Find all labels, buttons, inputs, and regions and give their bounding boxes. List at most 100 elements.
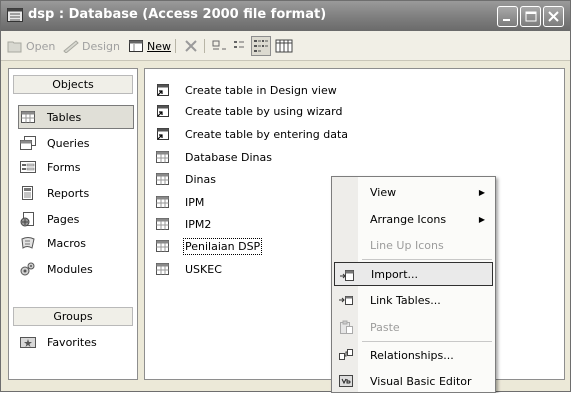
delete-button[interactable] bbox=[183, 37, 199, 55]
menu-item-label: Arrange Icons bbox=[370, 212, 447, 226]
maximize-icon bbox=[525, 11, 537, 22]
small-icons-button[interactable] bbox=[232, 37, 250, 55]
menu-item-label: Paste bbox=[370, 320, 400, 334]
list-item-selected[interactable]: Penilaian DSP bbox=[155, 236, 263, 256]
toolbar-separator bbox=[175, 39, 176, 53]
objects-item-forms[interactable]: Forms bbox=[19, 155, 133, 179]
shortcut-icon bbox=[155, 104, 171, 118]
list-item[interactable]: Dinas bbox=[155, 169, 216, 189]
menu-item-visual-basic-editor[interactable]: Visual Basic Editor bbox=[334, 369, 493, 393]
list-item[interactable]: Create table by entering data bbox=[155, 124, 348, 144]
objects-item-label: Reports bbox=[47, 186, 90, 200]
table-icon bbox=[155, 262, 171, 276]
design-label: Design bbox=[82, 39, 120, 53]
toolbar: Open Design New bbox=[1, 31, 570, 61]
open-button[interactable]: Open bbox=[7, 37, 55, 55]
list-item-label: Create table by entering data bbox=[185, 127, 349, 141]
paste-icon bbox=[338, 319, 354, 335]
large-icons-icon bbox=[212, 40, 226, 50]
list-item-label: Dinas bbox=[185, 172, 216, 186]
menu-item-label: View bbox=[370, 185, 397, 199]
shortcut-icon bbox=[155, 83, 171, 97]
open-label: Open bbox=[26, 39, 56, 53]
menu-item-view[interactable]: View ▶ bbox=[334, 180, 493, 204]
details-view-icon bbox=[275, 39, 293, 53]
table-icon bbox=[155, 217, 171, 231]
list-item[interactable]: Database Dinas bbox=[155, 147, 272, 167]
submenu-arrow-icon: ▶ bbox=[478, 214, 485, 224]
module-icon bbox=[19, 261, 37, 277]
objects-item-pages[interactable]: Pages bbox=[19, 207, 133, 231]
list-item[interactable]: Create table by using wizard bbox=[155, 101, 342, 121]
window-title: dsp : Database (Access 2000 file format) bbox=[28, 7, 327, 22]
vb-editor-icon bbox=[338, 373, 354, 389]
new-label: New bbox=[147, 39, 171, 53]
maximize-button[interactable] bbox=[520, 6, 541, 27]
menu-item-line-up-icons[interactable]: Line Up Icons bbox=[334, 233, 493, 257]
menu-item-label: Import... bbox=[371, 267, 418, 281]
objects-bar: Objects Tables Queries Forms Reports Pag… bbox=[8, 68, 138, 380]
menu-item-label: Line Up Icons bbox=[370, 238, 444, 252]
groups-header[interactable]: Groups bbox=[13, 307, 133, 326]
objects-item-macros[interactable]: Macros bbox=[19, 231, 133, 255]
list-item-label: IPM bbox=[185, 195, 205, 209]
list-item[interactable]: IPM bbox=[155, 192, 204, 212]
objects-header[interactable]: Objects bbox=[13, 75, 133, 94]
open-folder-icon bbox=[7, 41, 22, 53]
new-button[interactable]: New bbox=[128, 37, 171, 55]
list-view-icon bbox=[254, 40, 268, 52]
small-icons-icon bbox=[234, 41, 244, 48]
shortcut-icon bbox=[155, 127, 171, 141]
list-item-label: Create table in Design view bbox=[185, 83, 337, 97]
submenu-arrow-icon: ▶ bbox=[478, 187, 485, 197]
link-tables-icon bbox=[338, 292, 354, 308]
design-ruler-icon bbox=[63, 40, 79, 53]
objects-item-reports[interactable]: Reports bbox=[19, 181, 133, 205]
menu-item-relationships[interactable]: Relationships... bbox=[334, 343, 493, 367]
report-icon bbox=[19, 185, 37, 201]
macro-icon bbox=[19, 235, 37, 251]
title-bar[interactable]: dsp : Database (Access 2000 file format) bbox=[1, 1, 570, 31]
details-view-button[interactable] bbox=[275, 37, 293, 55]
table-icon bbox=[155, 150, 171, 164]
table-icon bbox=[155, 195, 171, 209]
objects-item-label: Queries bbox=[47, 136, 90, 150]
objects-item-modules[interactable]: Modules bbox=[19, 257, 133, 281]
new-table-icon bbox=[129, 40, 143, 52]
menu-item-import[interactable]: Import... bbox=[334, 262, 493, 286]
objects-item-label: Modules bbox=[47, 262, 93, 276]
table-icon bbox=[155, 172, 171, 186]
minimize-button[interactable] bbox=[497, 6, 518, 27]
list-item-label: Penilaian DSP bbox=[182, 237, 263, 255]
context-menu: View ▶ Arrange Icons ▶ Line Up Icons Imp… bbox=[331, 176, 496, 393]
table-icon bbox=[155, 239, 171, 253]
objects-item-queries[interactable]: Queries bbox=[19, 131, 133, 155]
favorites-folder-icon bbox=[19, 334, 37, 350]
list-item[interactable]: Create table in Design view bbox=[155, 80, 337, 100]
list-item[interactable]: USKEC bbox=[155, 259, 222, 279]
menu-item-paste[interactable]: Paste bbox=[334, 315, 493, 339]
objects-item-tables[interactable]: Tables bbox=[18, 105, 134, 129]
large-icons-button[interactable] bbox=[211, 37, 229, 55]
delete-x-icon bbox=[185, 40, 197, 52]
relationships-icon bbox=[338, 347, 354, 363]
list-item[interactable]: IPM2 bbox=[155, 214, 211, 234]
list-item-label: Database Dinas bbox=[185, 150, 272, 164]
objects-item-label: Tables bbox=[47, 110, 82, 124]
menu-item-label: Visual Basic Editor bbox=[370, 374, 472, 388]
menu-separator bbox=[362, 259, 492, 260]
page-icon bbox=[19, 211, 37, 227]
import-icon bbox=[339, 267, 355, 283]
query-icon bbox=[19, 135, 37, 151]
group-item-favorites[interactable]: Favorites bbox=[19, 330, 133, 354]
close-button[interactable] bbox=[543, 6, 564, 27]
group-item-label: Favorites bbox=[47, 335, 97, 349]
list-view-button[interactable] bbox=[251, 36, 271, 56]
menu-item-label: Link Tables... bbox=[370, 293, 441, 307]
menu-item-link-tables[interactable]: Link Tables... bbox=[334, 288, 493, 312]
design-button[interactable]: Design bbox=[63, 37, 120, 55]
objects-item-label: Pages bbox=[47, 212, 80, 226]
menu-item-arrange-icons[interactable]: Arrange Icons ▶ bbox=[334, 207, 493, 231]
objects-item-label: Macros bbox=[47, 236, 87, 250]
database-window: dsp : Database (Access 2000 file format)… bbox=[0, 0, 571, 393]
